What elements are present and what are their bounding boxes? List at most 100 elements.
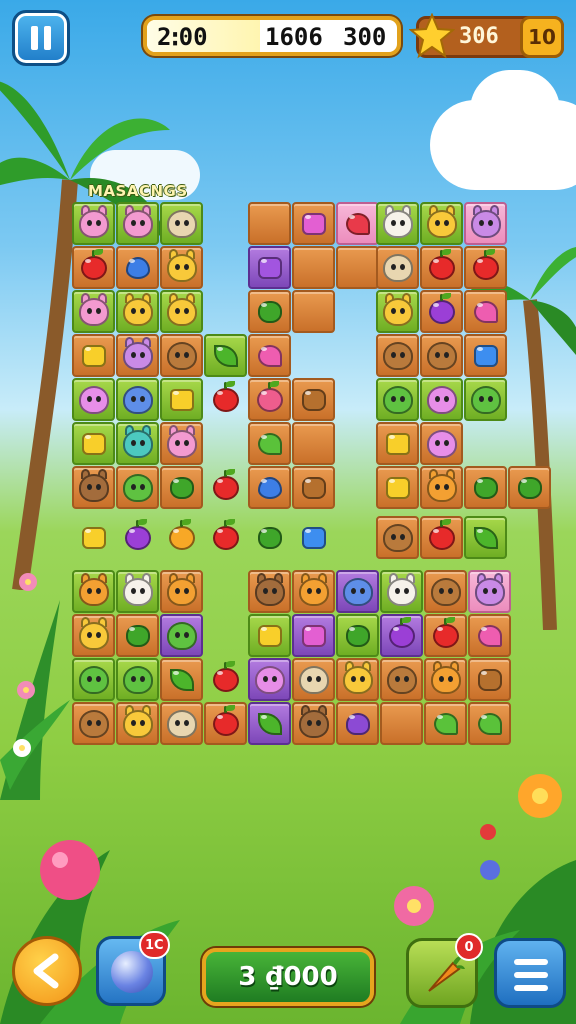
board-tile[interactable] <box>116 334 159 377</box>
board-tile[interactable] <box>160 202 203 245</box>
board-tile[interactable] <box>160 246 203 289</box>
board-tile[interactable] <box>292 570 335 613</box>
board-tile[interactable] <box>248 202 291 245</box>
board-tile[interactable] <box>380 658 423 701</box>
board-tile[interactable] <box>292 378 335 421</box>
board-tile[interactable] <box>160 516 203 559</box>
board-tile[interactable] <box>204 466 247 509</box>
board-tile[interactable] <box>72 614 115 657</box>
board-tile[interactable] <box>464 202 507 245</box>
board-tile[interactable] <box>116 570 159 613</box>
board-tile[interactable] <box>292 422 335 465</box>
board-tile[interactable] <box>464 378 507 421</box>
board-tile[interactable] <box>424 658 467 701</box>
back-button[interactable] <box>12 936 82 1006</box>
board-tile[interactable] <box>160 334 203 377</box>
board-tile[interactable] <box>376 422 419 465</box>
board-tile[interactable] <box>204 516 247 559</box>
board-tile[interactable] <box>420 334 463 377</box>
orb-powerup-button[interactable]: 1C <box>96 931 170 1006</box>
board-tile[interactable] <box>248 378 291 421</box>
board-tile[interactable] <box>248 422 291 465</box>
board-tile[interactable] <box>116 516 159 559</box>
board-tile[interactable] <box>116 702 159 745</box>
board-tile[interactable] <box>116 378 159 421</box>
board-tile[interactable] <box>248 516 291 559</box>
board-tile[interactable] <box>160 466 203 509</box>
board-tile[interactable] <box>464 290 507 333</box>
board-tile[interactable] <box>336 658 379 701</box>
board-tile[interactable] <box>420 202 463 245</box>
board-tile[interactable] <box>464 246 507 289</box>
board-tile[interactable] <box>424 570 467 613</box>
board-tile[interactable] <box>160 422 203 465</box>
board-tile[interactable] <box>72 702 115 745</box>
board-tile[interactable] <box>376 334 419 377</box>
menu-button[interactable] <box>494 938 566 1008</box>
carrot-powerup-button[interactable]: 0 <box>406 933 483 1008</box>
board-tile[interactable] <box>72 334 115 377</box>
board-tile[interactable] <box>160 290 203 333</box>
board-tile[interactable] <box>248 658 291 701</box>
board-tile[interactable] <box>204 378 247 421</box>
board-tile[interactable] <box>204 334 247 377</box>
board-tile[interactable] <box>420 378 463 421</box>
board-tile[interactable] <box>116 422 159 465</box>
board-tile[interactable] <box>380 570 423 613</box>
board-tile[interactable] <box>508 466 551 509</box>
board-tile[interactable] <box>248 334 291 377</box>
board-tile[interactable] <box>336 202 379 245</box>
board-tile[interactable] <box>376 246 419 289</box>
board-tile[interactable] <box>420 516 463 559</box>
board-tile[interactable] <box>292 702 335 745</box>
board-tile[interactable] <box>116 614 159 657</box>
board-tile[interactable] <box>72 466 115 509</box>
board-tile[interactable] <box>464 466 507 509</box>
board-tile[interactable] <box>424 702 467 745</box>
board-tile[interactable] <box>160 570 203 613</box>
board-tile[interactable] <box>292 658 335 701</box>
board-tile[interactable] <box>420 422 463 465</box>
board-tile[interactable] <box>376 378 419 421</box>
board-tile[interactable] <box>424 614 467 657</box>
board-tile[interactable] <box>160 658 203 701</box>
board-tile[interactable] <box>248 246 291 289</box>
board-tile[interactable] <box>248 466 291 509</box>
board-tile[interactable] <box>72 422 115 465</box>
board-tile[interactable] <box>464 516 507 559</box>
board-tile[interactable] <box>292 614 335 657</box>
board-tile[interactable] <box>292 202 335 245</box>
board-tile[interactable] <box>292 290 335 333</box>
board-tile[interactable] <box>336 702 379 745</box>
board-tile[interactable] <box>336 246 379 289</box>
board-tile[interactable] <box>420 290 463 333</box>
board-tile[interactable] <box>116 246 159 289</box>
board-tile[interactable] <box>420 246 463 289</box>
board-tile[interactable] <box>376 202 419 245</box>
board-tile[interactable] <box>116 466 159 509</box>
board-tile[interactable] <box>292 334 335 377</box>
board-tile[interactable] <box>72 290 115 333</box>
board-tile[interactable] <box>464 334 507 377</box>
board-tile[interactable] <box>116 290 159 333</box>
board-tile[interactable] <box>248 570 291 613</box>
board-tile[interactable] <box>116 658 159 701</box>
board-tile[interactable] <box>380 614 423 657</box>
board-tile[interactable] <box>72 570 115 613</box>
board-tile[interactable] <box>204 702 247 745</box>
board-tile[interactable] <box>72 658 115 701</box>
board-tile[interactable] <box>468 570 511 613</box>
board-tile[interactable] <box>376 290 419 333</box>
board-tile[interactable] <box>248 290 291 333</box>
board-tile[interactable] <box>72 378 115 421</box>
board-tile[interactable] <box>116 202 159 245</box>
board-tile[interactable] <box>468 614 511 657</box>
board-tile[interactable] <box>72 246 115 289</box>
board-tile[interactable] <box>248 614 291 657</box>
board-tile[interactable] <box>380 702 423 745</box>
board-tile[interactable] <box>376 516 419 559</box>
board-tile[interactable] <box>292 516 335 559</box>
board-tile[interactable] <box>336 614 379 657</box>
board-tile[interactable] <box>160 614 203 657</box>
board-tile[interactable] <box>336 570 379 613</box>
